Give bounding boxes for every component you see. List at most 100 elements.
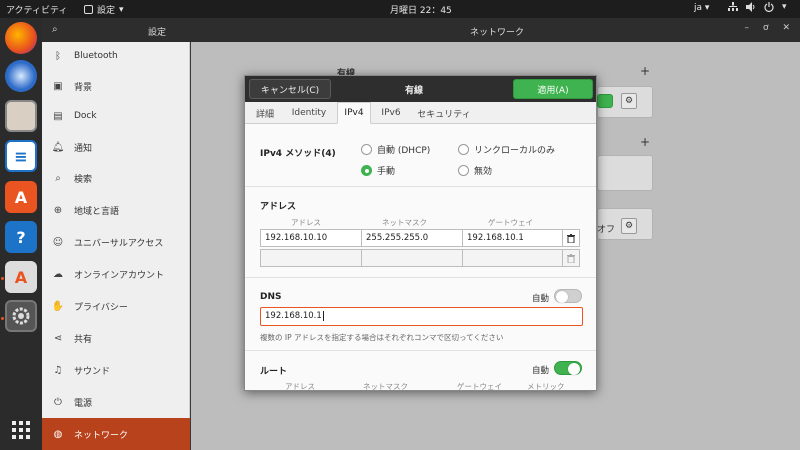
sidebar-item-sharing[interactable]: ⋖ 共有 bbox=[42, 322, 190, 354]
ipv4-settings-body: IPv4 メソッド(4) 自動 (DHCP) リンクローカルのみ 手動 無効 ア… bbox=[245, 124, 596, 391]
search-icon[interactable]: ⌕ bbox=[52, 24, 58, 35]
files-icon[interactable] bbox=[5, 100, 37, 132]
software-center-icon[interactable]: A bbox=[5, 181, 37, 213]
divider bbox=[245, 277, 596, 278]
address-input[interactable]: 192.168.10.10 bbox=[260, 229, 362, 247]
radio-auto-dhcp[interactable]: 自動 (DHCP) bbox=[361, 143, 430, 156]
sidebar-item-label: ネットワーク bbox=[74, 430, 129, 441]
sidebar-item-universal-access[interactable]: ☺ ユニバーサルアクセス bbox=[42, 226, 190, 258]
gateway-input[interactable]: 192.168.10.1 bbox=[462, 229, 563, 247]
software-updater-icon[interactable]: A bbox=[5, 261, 37, 293]
ipv4-method-label: IPv4 メソッド(4) bbox=[260, 149, 336, 159]
netmask-input[interactable]: 255.255.255.0 bbox=[361, 229, 463, 247]
bluetooth-icon: ᛒ bbox=[55, 50, 61, 62]
dock: ≡ A ? A bbox=[0, 18, 42, 450]
sidebar-item-label: 検索 bbox=[74, 174, 93, 185]
radio-link-local[interactable]: リンクローカルのみ bbox=[458, 143, 555, 156]
sidebar-item-region-language[interactable]: ⊕ 地域と言語 bbox=[42, 194, 190, 226]
accessibility-icon: ☺ bbox=[52, 236, 64, 248]
route-auto-switch[interactable] bbox=[554, 361, 582, 375]
share-icon: ⋖ bbox=[53, 332, 63, 344]
netmask-input[interactable] bbox=[361, 249, 463, 267]
sidebar-item-background[interactable]: ▣ 背景 bbox=[42, 70, 190, 102]
add-vpn-button[interactable]: + bbox=[640, 135, 650, 149]
input-language-indicator[interactable]: ja ▾ bbox=[694, 3, 709, 13]
bell-icon: 🔔︎ bbox=[51, 141, 65, 153]
route-auto-label: 自動 bbox=[532, 366, 550, 376]
delete-address-button[interactable] bbox=[562, 249, 580, 267]
writer-icon[interactable]: ≡ bbox=[5, 140, 37, 172]
sidebar-item-online-accounts[interactable]: ☁ オンラインアカウント bbox=[42, 258, 190, 290]
sidebar-item-bluetooth[interactable]: ᛒ Bluetooth bbox=[42, 40, 190, 72]
column-header-netmask: ネットマスク bbox=[363, 382, 408, 391]
trash-icon bbox=[567, 253, 575, 263]
tab-ipv4[interactable]: IPv4 bbox=[337, 102, 371, 124]
cancel-button[interactable]: キャンセル(C) bbox=[249, 79, 331, 99]
dialog-title: 有線 bbox=[405, 86, 424, 96]
sidebar-item-label: 背景 bbox=[74, 82, 93, 93]
settings-header-bar: ⌕ 設定 ネットワーク – ơ ✕ bbox=[42, 18, 800, 42]
tab-ipv6[interactable]: IPv6 bbox=[375, 102, 407, 124]
minimize-button[interactable]: – bbox=[744, 23, 749, 33]
sidebar-item-label: 共有 bbox=[74, 334, 93, 345]
sidebar-item-label: 通知 bbox=[74, 143, 93, 154]
sidebar-item-power[interactable]: ⏻ 電源 bbox=[42, 386, 190, 418]
tab-details[interactable]: 詳細 bbox=[249, 102, 281, 124]
apply-button[interactable]: 適用(A) bbox=[513, 79, 593, 99]
gear-icon[interactable]: ⚙ bbox=[621, 93, 637, 109]
maximize-button[interactable]: ơ bbox=[763, 23, 769, 33]
text-cursor bbox=[322, 311, 324, 321]
sidebar-item-privacy[interactable]: ✋ プライバシー bbox=[42, 290, 190, 322]
address-input[interactable] bbox=[260, 249, 362, 267]
chevron-down-icon: ▾ bbox=[119, 4, 124, 15]
dns-auto-switch[interactable] bbox=[554, 289, 582, 303]
sidebar-item-dock[interactable]: ▤ Dock bbox=[42, 100, 190, 132]
help-icon[interactable]: ? bbox=[5, 221, 37, 253]
settings-sidebar: ᛒ Bluetooth ▣ 背景 ▤ Dock 🔔︎ 通知 ⌕ 検索 ⊕ 地域と言語 ☺ ユニ… bbox=[42, 42, 190, 450]
column-header-metric: メトリック bbox=[527, 382, 565, 391]
thunderbird-icon[interactable] bbox=[5, 60, 37, 92]
radio-label: 自動 (DHCP) bbox=[377, 146, 431, 156]
sidebar-item-notifications[interactable]: 🔔︎ 通知 bbox=[42, 131, 190, 163]
add-connection-button[interactable]: + bbox=[640, 64, 650, 78]
window-controls: – ơ ✕ bbox=[744, 23, 790, 33]
wired-toggle[interactable] bbox=[597, 94, 613, 108]
gateway-input[interactable] bbox=[462, 249, 563, 267]
tab-security[interactable]: セキュリティ bbox=[411, 102, 477, 124]
radio-selected-icon bbox=[361, 165, 372, 176]
radio-manual[interactable]: 手動 bbox=[361, 164, 395, 177]
sidebar-item-network[interactable]: ◍ ネットワーク bbox=[42, 418, 190, 450]
sidebar-item-search[interactable]: ⌕ 検索 bbox=[42, 162, 190, 194]
delete-address-button[interactable] bbox=[562, 229, 580, 247]
sidebar-item-label: プライバシー bbox=[74, 302, 128, 313]
column-header-address: アドレス bbox=[291, 218, 321, 227]
radio-label: 手動 bbox=[377, 167, 396, 177]
dns-input-value: 192.168.10.1 bbox=[265, 311, 322, 321]
close-button[interactable]: ✕ bbox=[782, 23, 790, 33]
network-icon bbox=[728, 2, 738, 11]
clock[interactable]: 月曜日 22：45 bbox=[390, 3, 452, 16]
radio-label: リンクローカルのみ bbox=[474, 146, 556, 156]
activities-button[interactable]: アクティビティ bbox=[6, 3, 67, 16]
sidebar-item-label: 電源 bbox=[74, 398, 93, 409]
radio-label: 無効 bbox=[474, 167, 493, 177]
system-tray[interactable]: ▾ bbox=[728, 2, 787, 12]
settings-icon[interactable] bbox=[5, 300, 37, 332]
running-indicator bbox=[1, 317, 4, 320]
gear-icon[interactable]: ⚙ bbox=[621, 218, 637, 234]
radio-icon bbox=[458, 165, 469, 176]
firefox-icon[interactable] bbox=[5, 22, 37, 54]
sidebar-item-sound[interactable]: ♫ サウンド bbox=[42, 354, 190, 386]
dialog-header: キャンセル(C) 有線 適用(A) bbox=[245, 76, 596, 102]
globe-icon: ⊕ bbox=[53, 204, 63, 216]
app-menu[interactable]: 設定 ▾ bbox=[84, 3, 124, 16]
dns-input[interactable]: 192.168.10.1 bbox=[260, 307, 583, 326]
dns-label: DNS bbox=[260, 292, 282, 302]
sidebar-item-label: Bluetooth bbox=[74, 51, 118, 61]
address-section-title: アドレス bbox=[260, 202, 297, 212]
radio-disabled[interactable]: 無効 bbox=[458, 164, 492, 177]
privacy-icon: ✋ bbox=[51, 300, 65, 312]
show-applications-icon[interactable] bbox=[5, 414, 37, 446]
switch-knob bbox=[556, 291, 568, 303]
tab-identity[interactable]: Identity bbox=[285, 102, 333, 124]
